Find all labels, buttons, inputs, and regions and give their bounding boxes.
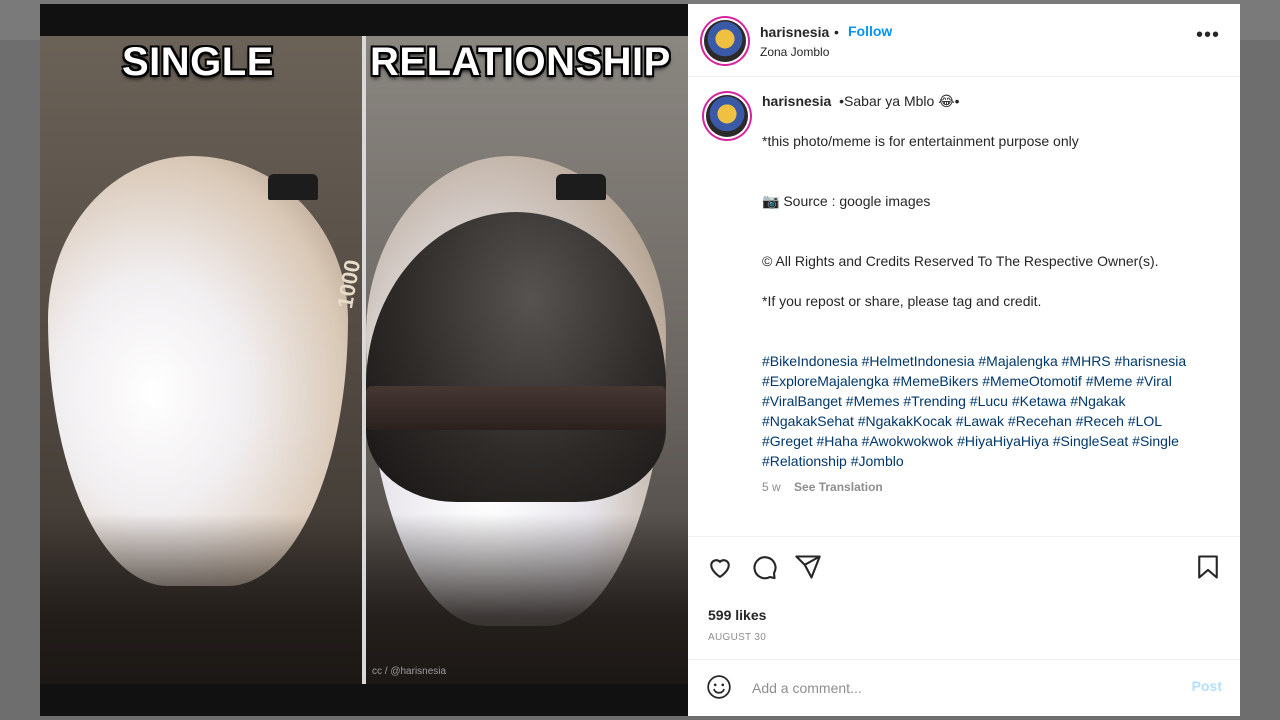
post-comment-button[interactable]: Post xyxy=(1192,678,1222,694)
comment-bar: Post xyxy=(688,659,1240,716)
comment-icon[interactable] xyxy=(750,553,778,581)
caption-username[interactable]: harisnesia xyxy=(762,93,831,109)
post-actions: 599 likes AUGUST 30 xyxy=(688,536,1240,659)
single-panel: 1000 xyxy=(40,36,362,684)
post-caption: harisnesia •Sabar ya Mblo 😂• *this photo… xyxy=(762,91,1212,497)
image-shadow xyxy=(366,514,688,684)
post-image[interactable]: 1000 SINGLE RELATIONSHIP cc / @harisnesi… xyxy=(40,4,688,716)
seat-strap xyxy=(366,386,666,430)
location-link[interactable]: Zona Jomblo xyxy=(760,45,829,59)
post-side-panel: harisnesia • Follow Zona Jomblo ••• hari… xyxy=(688,4,1240,716)
caption-hashtags[interactable]: #BikeIndonesia #HelmetIndonesia #Majalen… xyxy=(762,351,1212,471)
image-watermark: cc / @harisnesia xyxy=(372,666,447,677)
post-header: harisnesia • Follow Zona Jomblo ••• xyxy=(688,4,1240,77)
caption-line: *this photo/meme is for entertainment pu… xyxy=(762,133,1079,149)
separator-dot: • xyxy=(834,24,839,40)
caption-meta: 5 w See Translation xyxy=(762,477,1212,497)
seat-hook xyxy=(268,174,318,200)
bookmark-icon[interactable] xyxy=(1194,553,1222,581)
meme-caption-single: SINGLE xyxy=(122,40,274,84)
image-shadow xyxy=(40,514,362,684)
emoji-icon[interactable] xyxy=(706,674,732,700)
caption-title: •Sabar ya Mblo 😂• xyxy=(839,93,960,109)
more-options-icon[interactable]: ••• xyxy=(1196,24,1220,47)
see-translation-button[interactable]: See Translation xyxy=(794,480,883,494)
share-icon[interactable] xyxy=(794,553,822,581)
post-modal: 1000 SINGLE RELATIONSHIP cc / @harisnesi… xyxy=(40,4,1240,716)
heart-icon[interactable] xyxy=(706,553,734,581)
avatar[interactable] xyxy=(706,95,748,137)
meme-caption-relationship: RELATIONSHIP xyxy=(370,40,671,84)
caption-line: © All Rights and Credits Reserved To The… xyxy=(762,253,1159,269)
comments-area: harisnesia •Sabar ya Mblo 😂• *this photo… xyxy=(688,77,1240,536)
relationship-panel xyxy=(366,36,688,684)
post-date: AUGUST 30 xyxy=(708,632,767,643)
caption-line: *If you repost or share, please tag and … xyxy=(762,293,1042,309)
comment-input[interactable] xyxy=(750,674,1174,702)
caption-line: 📷 Source : google images xyxy=(762,193,931,209)
follow-button[interactable]: Follow xyxy=(848,23,892,39)
header-username[interactable]: harisnesia xyxy=(760,24,829,40)
post-age: 5 w xyxy=(762,480,781,494)
seat-hook xyxy=(556,174,606,200)
likes-count[interactable]: 599 likes xyxy=(708,607,766,623)
avatar[interactable] xyxy=(704,20,746,62)
